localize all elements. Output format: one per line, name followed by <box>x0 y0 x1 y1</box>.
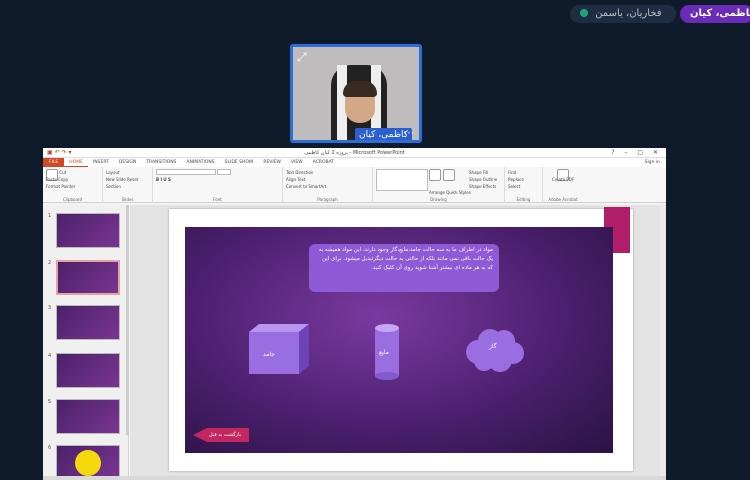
font-name-dropdown[interactable] <box>156 169 216 175</box>
thumbnail-number: 2 <box>48 260 52 266</box>
tab-file[interactable]: FILE <box>43 158 65 167</box>
liquid-label: مایع <box>379 349 389 356</box>
slides-group: Layout New Slide Reset Section Slides <box>103 167 153 203</box>
font-size-dropdown[interactable] <box>217 169 232 175</box>
tab-view[interactable]: VIEW <box>286 158 308 167</box>
drawing-group: Shape Fill Shape Outline Shape Effects A… <box>373 167 505 203</box>
expand-icon[interactable]: ⤢ <box>297 50 311 64</box>
group-label: Adobe Acrobat <box>548 197 578 202</box>
tab-design[interactable]: DESIGN <box>114 158 141 167</box>
cut-button[interactable]: Cut <box>59 170 66 175</box>
slide-text-box[interactable]: مواد در اطراف ما به سه حالت جامد،مایع،گا… <box>309 244 499 292</box>
group-label: Paragraph <box>317 197 338 202</box>
status-bar <box>43 476 666 480</box>
back-button[interactable]: بازگشت به قبل <box>193 428 249 442</box>
current-slide[interactable]: مواد در اطراف ما به سه حالت جامد،مایع،گا… <box>185 227 613 453</box>
participant-name: فخاریان، یاسمن <box>595 8 662 19</box>
text-direction-button[interactable]: Text Direction <box>286 170 313 175</box>
thumbnail-number: 4 <box>48 353 52 359</box>
tab-home[interactable]: HOME <box>64 158 88 167</box>
shapes-gallery[interactable] <box>376 169 428 191</box>
replace-button[interactable]: Replace <box>508 176 539 183</box>
tab-insert[interactable]: INSERT <box>88 158 114 167</box>
quick-styles-icon[interactable] <box>442 169 455 181</box>
section-button[interactable]: Section <box>106 184 121 189</box>
arrange-icon[interactable] <box>429 169 442 181</box>
shape-fill-button[interactable]: Shape Fill <box>469 169 497 176</box>
slide-scrollbar[interactable] <box>660 205 666 480</box>
slide-thumbnails-pane: 1 2 3 4 5 6 <box>43 205 129 480</box>
slide-thumbnail-5[interactable] <box>56 399 120 434</box>
participant-pill-self[interactable]: کاظمی، کیان <box>680 5 750 23</box>
font-format-buttons[interactable]: B I U S <box>156 176 279 183</box>
group-label: Slides <box>121 197 134 202</box>
more-options-icon[interactable]: ⋯ <box>404 128 416 140</box>
layout-button[interactable]: Layout <box>106 170 120 175</box>
thumbnail-number: 1 <box>48 213 52 219</box>
thumbnail-number: 6 <box>48 445 52 451</box>
arrange-button[interactable]: Arrange <box>429 190 445 195</box>
ribbon: Cut Paste Copy Format Painter Clipboard … <box>43 167 666 203</box>
tab-slideshow[interactable]: SLIDE SHOW <box>220 158 259 167</box>
editing-group: Find Replace Select Editing <box>505 167 543 203</box>
group-label: Drawing <box>430 197 447 202</box>
create-pdf-button[interactable]: Create PDF <box>546 176 580 183</box>
group-label: Font <box>213 197 222 202</box>
window-controls[interactable]: ? – ▢ ✕ <box>611 148 662 158</box>
quick-styles-button[interactable]: Quick Styles <box>446 190 471 195</box>
tab-animations[interactable]: ANIMATIONS <box>181 158 219 167</box>
shape-effects-button[interactable]: Shape Effects <box>469 183 497 190</box>
participant-name: کاظمی، کیان <box>690 8 750 19</box>
font-group: B I U S Font <box>153 167 283 203</box>
group-label: Editing <box>516 197 531 202</box>
format-painter-button[interactable]: Format Painter <box>46 184 75 189</box>
tab-transitions[interactable]: TRANSITIONS <box>141 158 181 167</box>
group-label: Clipboard <box>62 197 83 202</box>
new-slide-button[interactable]: New Slide <box>106 177 126 182</box>
thumbnail-number: 5 <box>48 399 52 405</box>
webcam-tile[interactable]: ⤢ کاظمی، کیان ⋯ <box>290 44 422 143</box>
powerpoint-window: ▣ ↶ ↷ ▾ پروژه 2 کیان کاظمی - Microsoft P… <box>43 148 666 480</box>
reset-button[interactable]: Reset <box>127 177 138 182</box>
solid-label: جامد <box>263 351 275 358</box>
slide-thumbnail-3[interactable] <box>56 305 120 340</box>
shape-outline-button[interactable]: Shape Outline <box>469 176 497 183</box>
tab-review[interactable]: REVIEW <box>258 158 286 167</box>
clipboard-group: Cut Paste Copy Format Painter Clipboard <box>43 167 103 203</box>
paste-button[interactable]: Paste <box>46 177 57 182</box>
window-title: پروژه 2 کیان کاظمی - Microsoft PowerPoin… <box>304 150 405 156</box>
paragraph-group: Text Direction Align Text Convert to Sma… <box>283 167 373 203</box>
adobe-group: Create PDF Adobe Acrobat <box>543 167 583 203</box>
participant-pill-other[interactable]: فخاریان، یاسمن <box>570 5 676 23</box>
thumbnail-scrollbar[interactable] <box>126 205 129 435</box>
gas-cloud-shape[interactable] <box>464 328 524 373</box>
slide-canvas: مواد در اطراف ما به سه حالت جامد،مایع،گا… <box>130 205 666 480</box>
thumbnail-number: 3 <box>48 305 52 311</box>
gas-label: گاز <box>489 343 497 350</box>
tab-acrobat[interactable]: ACROBAT <box>308 158 339 167</box>
slide-page: مواد در اطراف ما به سه حالت جامد،مایع،گا… <box>169 207 633 471</box>
slide-thumbnail-1[interactable] <box>56 213 120 248</box>
window-titlebar: ▣ ↶ ↷ ▾ پروژه 2 کیان کاظمی - Microsoft P… <box>43 148 666 158</box>
copy-button[interactable]: Copy <box>58 177 68 182</box>
select-button[interactable]: Select <box>508 183 539 190</box>
align-text-button[interactable]: Align Text <box>286 177 305 182</box>
smiley-icon <box>75 450 101 476</box>
sign-in-link[interactable]: Sign in <box>645 158 660 167</box>
solid-cube-shape[interactable] <box>249 324 311 374</box>
slide-thumbnail-6[interactable] <box>56 445 120 480</box>
convert-smartart-button[interactable]: Convert to SmartArt <box>286 184 326 189</box>
ribbon-tabs: FILE HOME INSERT DESIGN TRANSITIONS ANIM… <box>43 158 666 167</box>
presence-dot-icon <box>580 9 588 17</box>
slide-thumbnail-4[interactable] <box>56 353 120 388</box>
slide-thumbnail-2[interactable] <box>56 260 120 295</box>
quick-access-toolbar[interactable]: ▣ ↶ ↷ ▾ <box>47 148 71 158</box>
find-button[interactable]: Find <box>508 169 539 176</box>
